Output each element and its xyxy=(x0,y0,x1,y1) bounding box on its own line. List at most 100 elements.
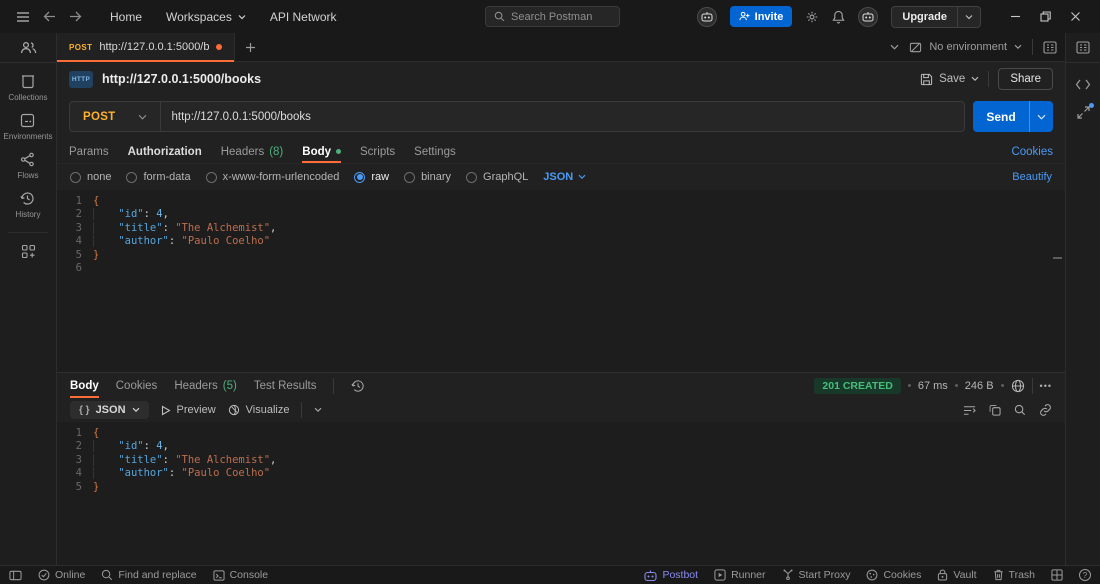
invite-button[interactable]: Invite xyxy=(729,6,793,27)
response-history-icon[interactable] xyxy=(351,373,365,398)
wrap-text-icon[interactable] xyxy=(963,405,976,416)
settings-gear-icon[interactable] xyxy=(805,10,819,24)
code-line[interactable]: 1{ xyxy=(57,195,1065,208)
vault-button[interactable]: Vault xyxy=(937,569,977,581)
tab-list-chevron-icon[interactable] xyxy=(890,44,899,50)
more-options-icon[interactable]: ••• xyxy=(1040,381,1052,391)
open-request-tab[interactable]: POST http://127.0.0.1:5000/b xyxy=(57,33,236,62)
tab-authorization[interactable]: Authorization xyxy=(128,140,202,163)
link-icon[interactable] xyxy=(1039,404,1052,416)
response-tab-body[interactable]: Body xyxy=(70,373,99,398)
tab-settings[interactable]: Settings xyxy=(414,140,456,163)
user-avatar[interactable] xyxy=(858,6,879,27)
mode-binary[interactable]: binary xyxy=(404,171,451,183)
sidebar-item-flows[interactable]: Flows xyxy=(18,152,38,180)
console-button[interactable]: Console xyxy=(213,569,268,581)
beautify-link[interactable]: Beautify xyxy=(1012,171,1052,183)
postbot-avatar-icon[interactable] xyxy=(696,6,717,27)
sidebar-item-collections[interactable]: Collections xyxy=(8,74,48,102)
response-body-editor[interactable]: 1{2 "id": 4, 3 "title": "The Alchemist", 4… xyxy=(57,422,1065,565)
share-button[interactable]: Share xyxy=(998,68,1053,90)
globe-icon[interactable] xyxy=(1011,379,1025,393)
code-line[interactable]: 2 "id": 4, xyxy=(57,440,1065,453)
code-snippet-icon[interactable] xyxy=(1075,79,1091,90)
sidebar-item-more-tools[interactable] xyxy=(21,244,36,259)
find-and-replace[interactable]: Find and replace xyxy=(101,569,197,581)
postbot-button[interactable]: Postbot xyxy=(644,569,698,581)
tab-headers[interactable]: Headers (8) xyxy=(221,140,284,163)
new-tab-button[interactable] xyxy=(235,33,265,61)
nav-api-network[interactable]: API Network xyxy=(260,6,347,28)
send-button[interactable]: Send xyxy=(973,101,1053,132)
sidebar-item-history[interactable]: History xyxy=(16,191,40,219)
tab-params[interactable]: Params xyxy=(69,140,109,163)
code-line[interactable]: 5} xyxy=(57,249,1065,262)
code-line[interactable]: 1{ xyxy=(57,427,1065,440)
mode-urlencoded[interactable]: x-www-form-urlencoded xyxy=(205,171,339,183)
preview-button[interactable]: Preview xyxy=(161,404,216,416)
forward-arrow-icon[interactable] xyxy=(62,11,88,22)
method-selector[interactable]: POST xyxy=(70,111,160,123)
response-tabs: Body Cookies Headers (5) Test Results 20… xyxy=(57,373,1065,398)
code-line[interactable]: 3 "title": "The Alchemist", xyxy=(57,222,1065,235)
restore-icon[interactable] xyxy=(1030,4,1060,30)
global-search[interactable]: Search Postman xyxy=(485,6,620,27)
save-button[interactable]: Save xyxy=(920,73,979,86)
environment-quick-look-icon[interactable] xyxy=(1043,40,1057,54)
runner-button[interactable]: Runner xyxy=(714,569,766,581)
environment-selector[interactable]: No environment xyxy=(909,41,1022,54)
send-options-chevron-icon[interactable] xyxy=(1029,101,1053,132)
visualize-button[interactable]: Visualize xyxy=(228,404,289,416)
close-icon[interactable] xyxy=(1060,4,1090,30)
url-input[interactable]: http://127.0.0.1:5000/books xyxy=(161,111,322,123)
request-title[interactable]: http://127.0.0.1:5000/books xyxy=(102,72,261,86)
notifications-bell-icon[interactable] xyxy=(832,10,845,24)
top-bar-right: Invite Upgrade xyxy=(696,4,1090,30)
code-line[interactable]: 5} xyxy=(57,481,1065,494)
help-icon[interactable]: ? xyxy=(1079,569,1091,581)
nav-workspaces[interactable]: Workspaces xyxy=(156,6,256,28)
menu-icon[interactable] xyxy=(10,11,36,23)
status-badge[interactable]: 201 CREATED xyxy=(814,377,901,394)
expand-panel-icon[interactable] xyxy=(1076,103,1094,119)
cookies-button[interactable]: Cookies xyxy=(866,569,921,581)
tab-body[interactable]: Body xyxy=(302,140,342,163)
toggle-sidebar-icon[interactable] xyxy=(9,570,22,581)
raw-type-selector[interactable]: JSON xyxy=(543,171,586,183)
mode-raw[interactable]: raw xyxy=(354,171,389,183)
upgrade-button[interactable]: Upgrade xyxy=(891,5,981,28)
editor-scrollbar[interactable] xyxy=(1053,257,1062,259)
response-tab-test-results[interactable]: Test Results xyxy=(254,373,317,398)
minimize-icon[interactable] xyxy=(1000,4,1030,30)
nav-home[interactable]: Home xyxy=(100,6,152,28)
code-line[interactable]: 3 "title": "The Alchemist", xyxy=(57,454,1065,467)
chevron-down-icon[interactable] xyxy=(314,407,322,413)
tab-scripts[interactable]: Scripts xyxy=(360,140,395,163)
workspace-people-icon[interactable] xyxy=(0,33,56,63)
online-status[interactable]: Online xyxy=(38,569,85,581)
chevron-down-icon[interactable] xyxy=(971,76,979,82)
trash-button[interactable]: Trash xyxy=(993,569,1035,581)
code-line[interactable]: 4 "author": "Paulo Coelho" xyxy=(57,467,1065,480)
mode-form-data[interactable]: form-data xyxy=(126,171,191,183)
mode-graphql[interactable]: GraphQL xyxy=(466,171,528,183)
response-tab-cookies[interactable]: Cookies xyxy=(116,373,158,398)
mode-none[interactable]: none xyxy=(70,171,111,183)
search-response-icon[interactable] xyxy=(1014,404,1026,416)
start-proxy-button[interactable]: Start Proxy xyxy=(782,569,850,581)
cookies-link[interactable]: Cookies xyxy=(1011,140,1053,163)
request-body-editor[interactable]: 1{2 "id": 4, 3 "title": "The Alchemist", 4… xyxy=(57,190,1065,372)
chevron-down-icon[interactable] xyxy=(957,6,980,27)
environment-quick-look-panel-icon[interactable] xyxy=(1066,33,1100,63)
code-line[interactable]: 4 "author": "Paulo Coelho" xyxy=(57,235,1065,248)
code-line[interactable]: 6 xyxy=(57,262,1065,275)
response-time[interactable]: 67 ms xyxy=(918,380,948,392)
panes-grid-icon[interactable] xyxy=(1051,569,1063,581)
code-line[interactable]: 2 "id": 4, xyxy=(57,208,1065,221)
response-size[interactable]: 246 B xyxy=(965,380,994,392)
back-arrow-icon[interactable] xyxy=(36,11,62,22)
response-format-selector[interactable]: { } JSON xyxy=(70,401,149,419)
sidebar-item-environments[interactable]: Environments xyxy=(4,113,52,141)
copy-icon[interactable] xyxy=(989,404,1001,416)
response-tab-headers[interactable]: Headers (5) xyxy=(174,373,237,398)
